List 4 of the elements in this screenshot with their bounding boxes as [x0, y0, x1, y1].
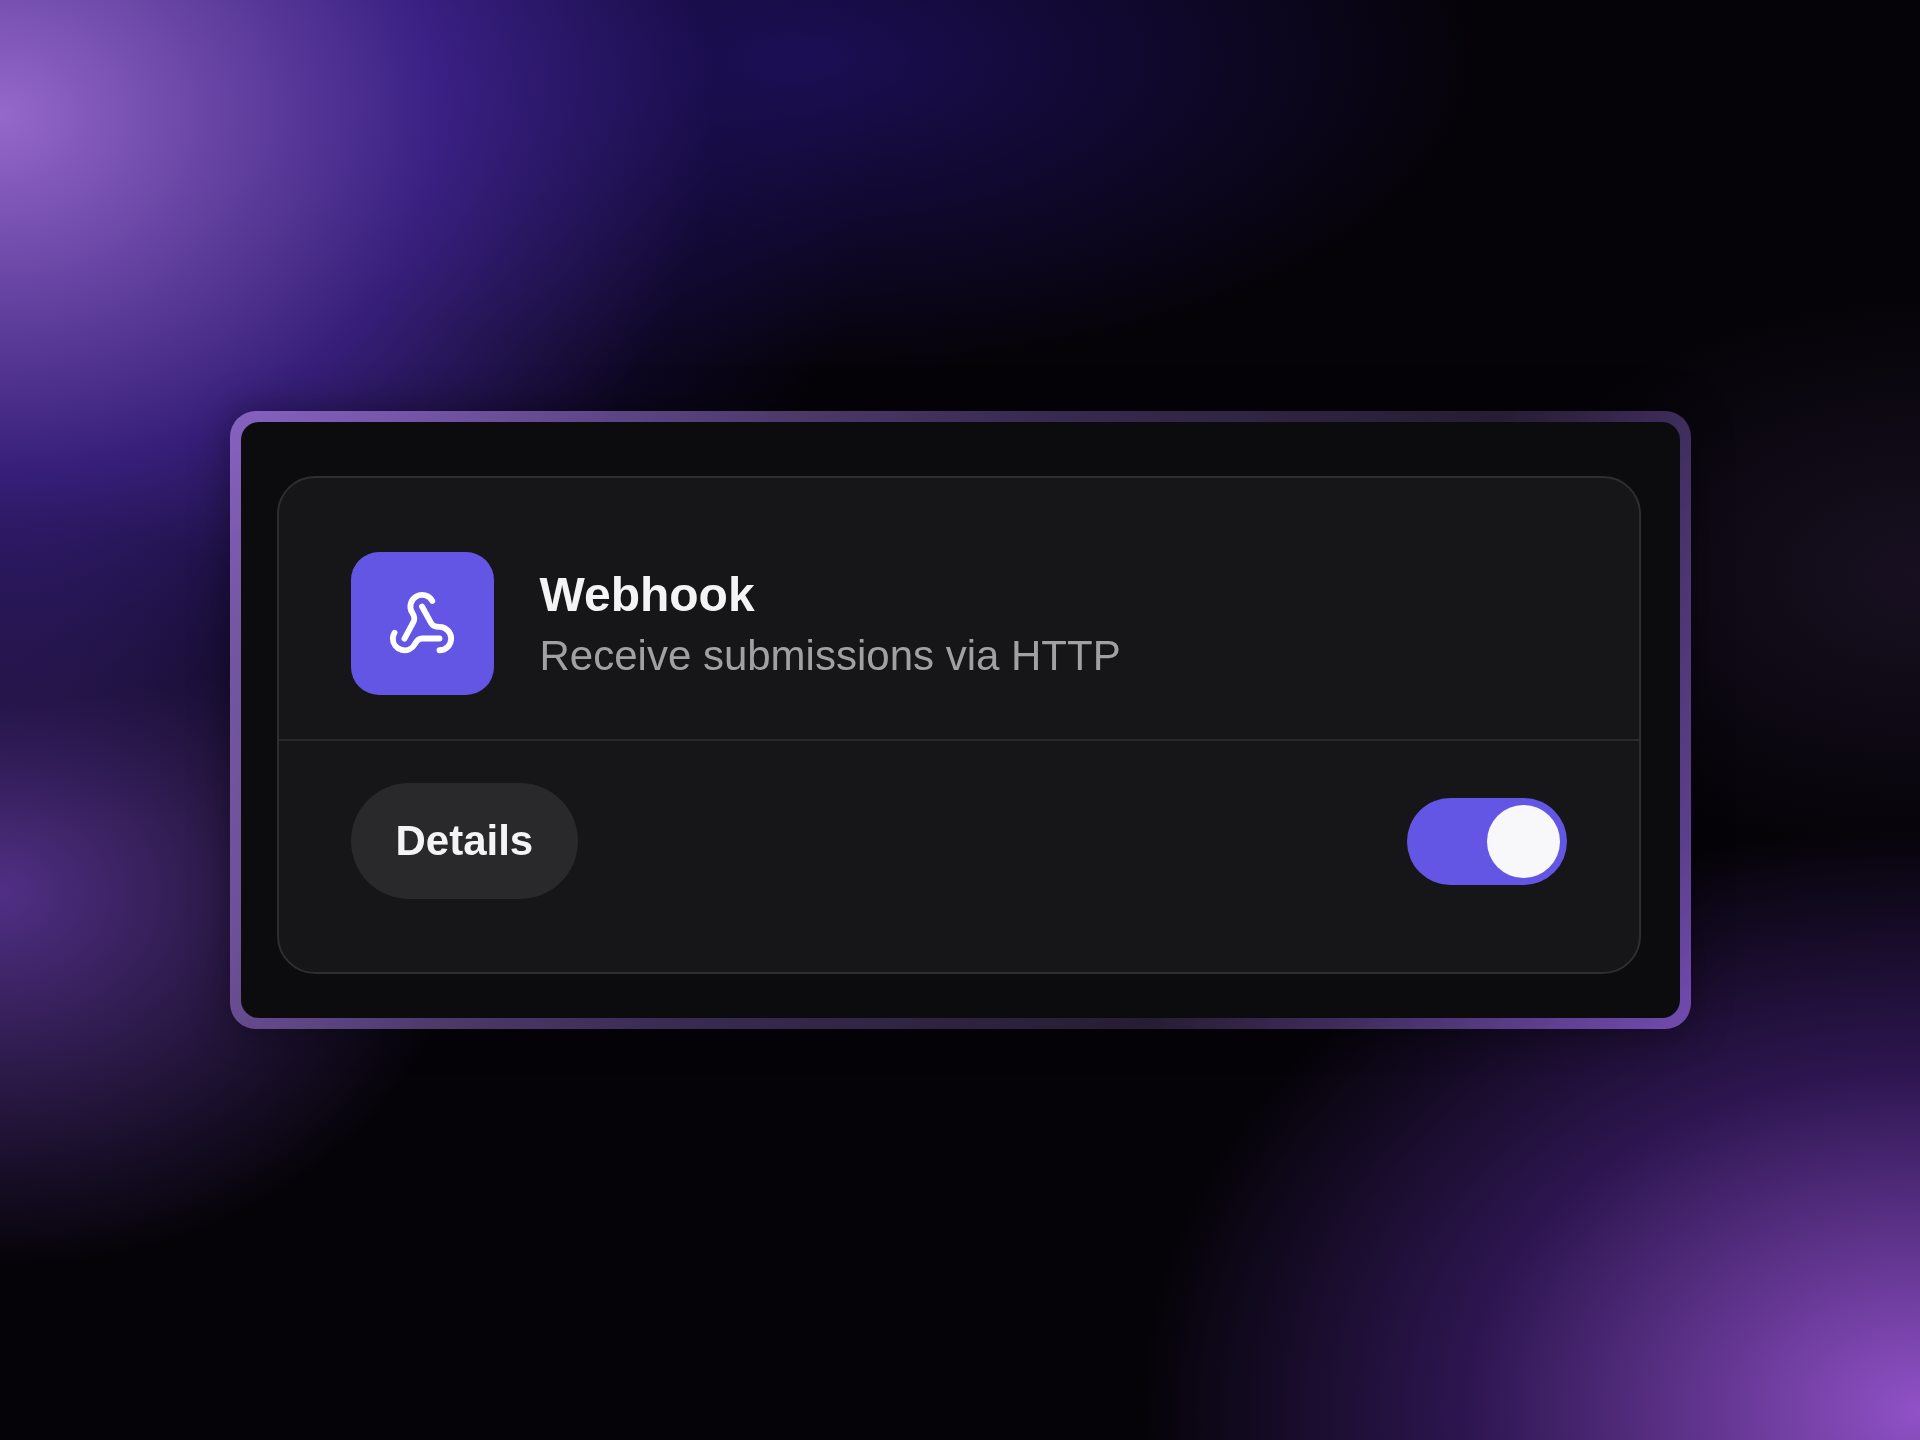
integration-description: Receive submissions via HTTP [539, 630, 1121, 681]
integration-title: Webhook [539, 566, 756, 623]
details-button[interactable]: Details [350, 783, 579, 899]
webhook-icon [350, 552, 494, 695]
